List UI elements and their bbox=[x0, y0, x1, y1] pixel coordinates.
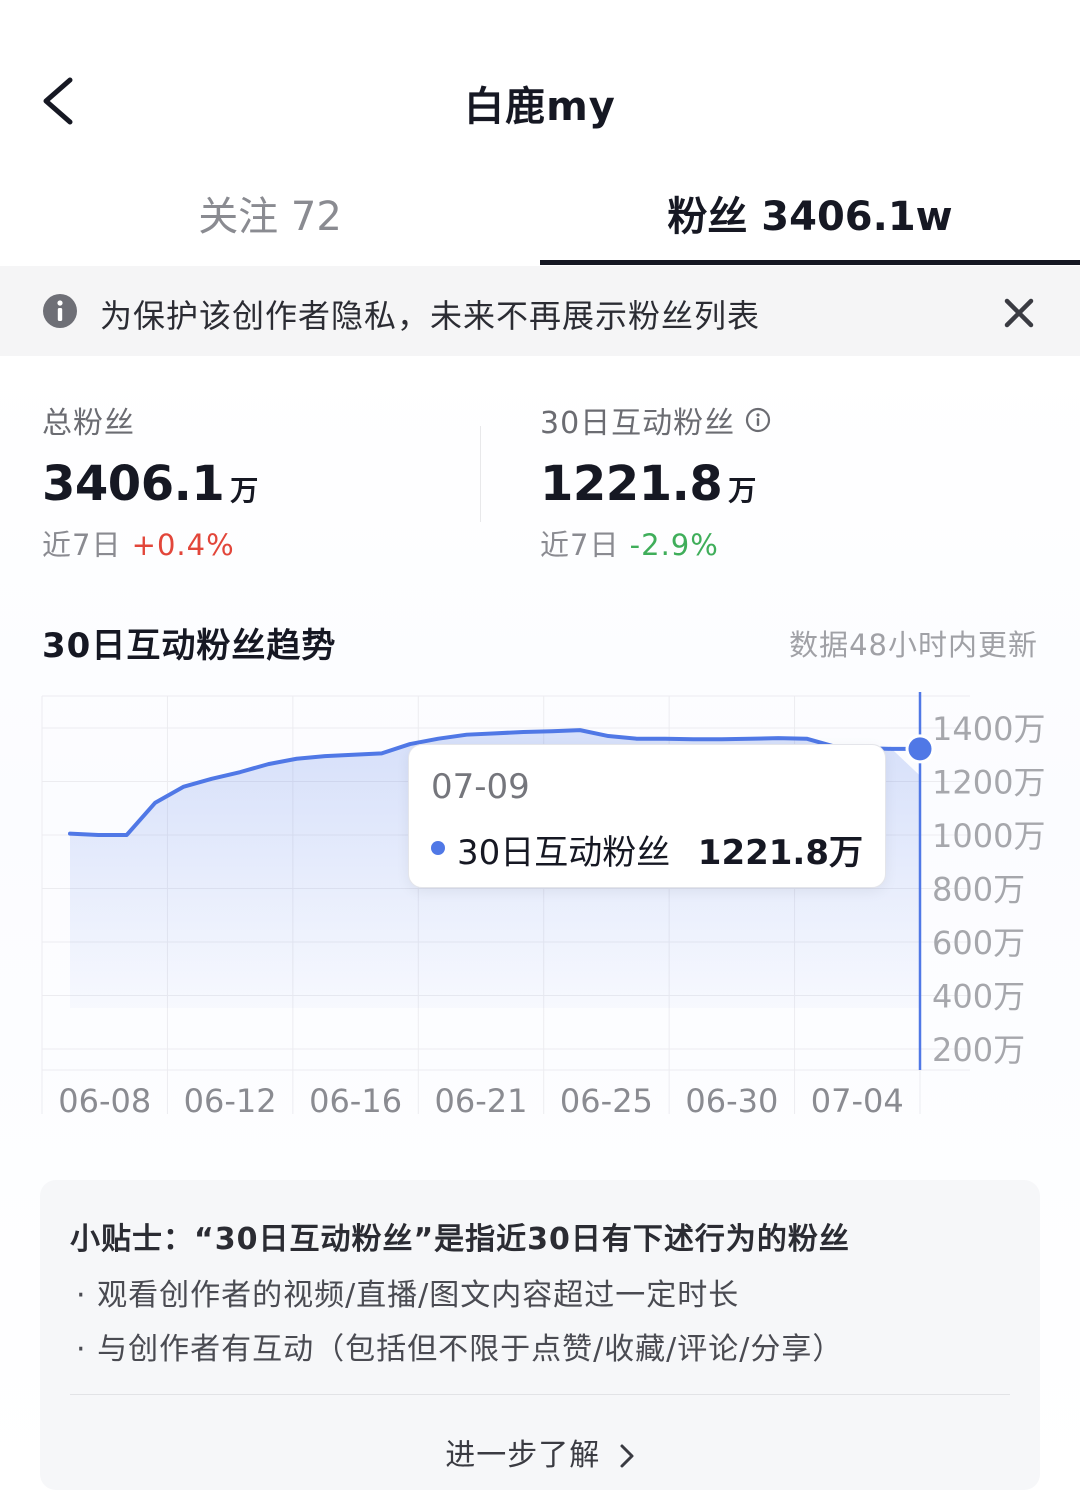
y-tick-label: 200万 bbox=[932, 1031, 1025, 1069]
y-tick-label: 1000万 bbox=[932, 817, 1045, 855]
tooltip-series-dot bbox=[431, 841, 445, 855]
learn-more-label: 进一步了解 bbox=[445, 1438, 601, 1473]
tooltip-value: 1221.8万 bbox=[697, 833, 863, 873]
tab-bar: 关注 72 粉丝 3406.1w bbox=[0, 160, 1080, 267]
stats-content: 总粉丝 3406.1 万 近7日 +0.4% 30日互动粉丝 1221.8 万 近7… bbox=[0, 356, 1080, 1490]
y-tick-label: 400万 bbox=[932, 978, 1025, 1016]
y-tick-label: 600万 bbox=[932, 924, 1025, 962]
tips-item: · 观看创作者的视频/直播/图文内容超过一定时长 bbox=[76, 1278, 740, 1313]
tooltip-date: 07-09 bbox=[431, 767, 530, 807]
tab-following[interactable]: 关注 72 bbox=[0, 184, 540, 242]
notice-text: 为保护该创作者隐私，未来不再展示粉丝列表 bbox=[100, 297, 761, 335]
learn-more-link[interactable]: 进一步了解 bbox=[40, 1430, 1040, 1474]
x-tick-label: 06-25 bbox=[560, 1082, 653, 1120]
y-tick-label: 800万 bbox=[932, 871, 1025, 909]
tab-fans[interactable]: 粉丝 3406.1w bbox=[540, 184, 1080, 242]
header: 白鹿my bbox=[0, 0, 1080, 160]
x-tick-label: 06-12 bbox=[184, 1082, 277, 1120]
x-tick-label: 07-04 bbox=[811, 1082, 904, 1120]
tips-title: 小贴士：“30日互动粉丝”是指近30日有下述行为的粉丝 bbox=[70, 1222, 850, 1257]
tab-active-indicator bbox=[540, 260, 1080, 265]
page-title: 白鹿my bbox=[464, 84, 616, 130]
x-tick-label: 06-08 bbox=[58, 1082, 151, 1120]
tooltip-series-name: 30日互动粉丝 bbox=[457, 833, 671, 873]
y-tick-label: 1400万 bbox=[932, 710, 1045, 748]
x-tick-label: 06-16 bbox=[309, 1082, 402, 1120]
tips-divider bbox=[70, 1394, 1010, 1395]
close-icon[interactable] bbox=[996, 290, 1042, 336]
tips-item: · 与创作者有互动（包括但不限于点赞/收藏/评论/分享） bbox=[76, 1332, 844, 1367]
y-tick-label: 1200万 bbox=[932, 764, 1045, 802]
chevron-right-icon bbox=[620, 1444, 634, 1468]
highlight-point bbox=[905, 734, 935, 764]
x-tick-label: 06-30 bbox=[685, 1082, 778, 1120]
privacy-notice: 为保护该创作者隐私，未来不再展示粉丝列表 bbox=[0, 266, 1080, 356]
tips-card: 小贴士：“30日互动粉丝”是指近30日有下述行为的粉丝 · 观看创作者的视频/直… bbox=[40, 1180, 1040, 1490]
info-icon bbox=[43, 294, 77, 328]
x-tick-label: 06-21 bbox=[435, 1082, 528, 1120]
chart-tooltip: 07-09 30日互动粉丝 1221.8万 bbox=[408, 744, 886, 888]
